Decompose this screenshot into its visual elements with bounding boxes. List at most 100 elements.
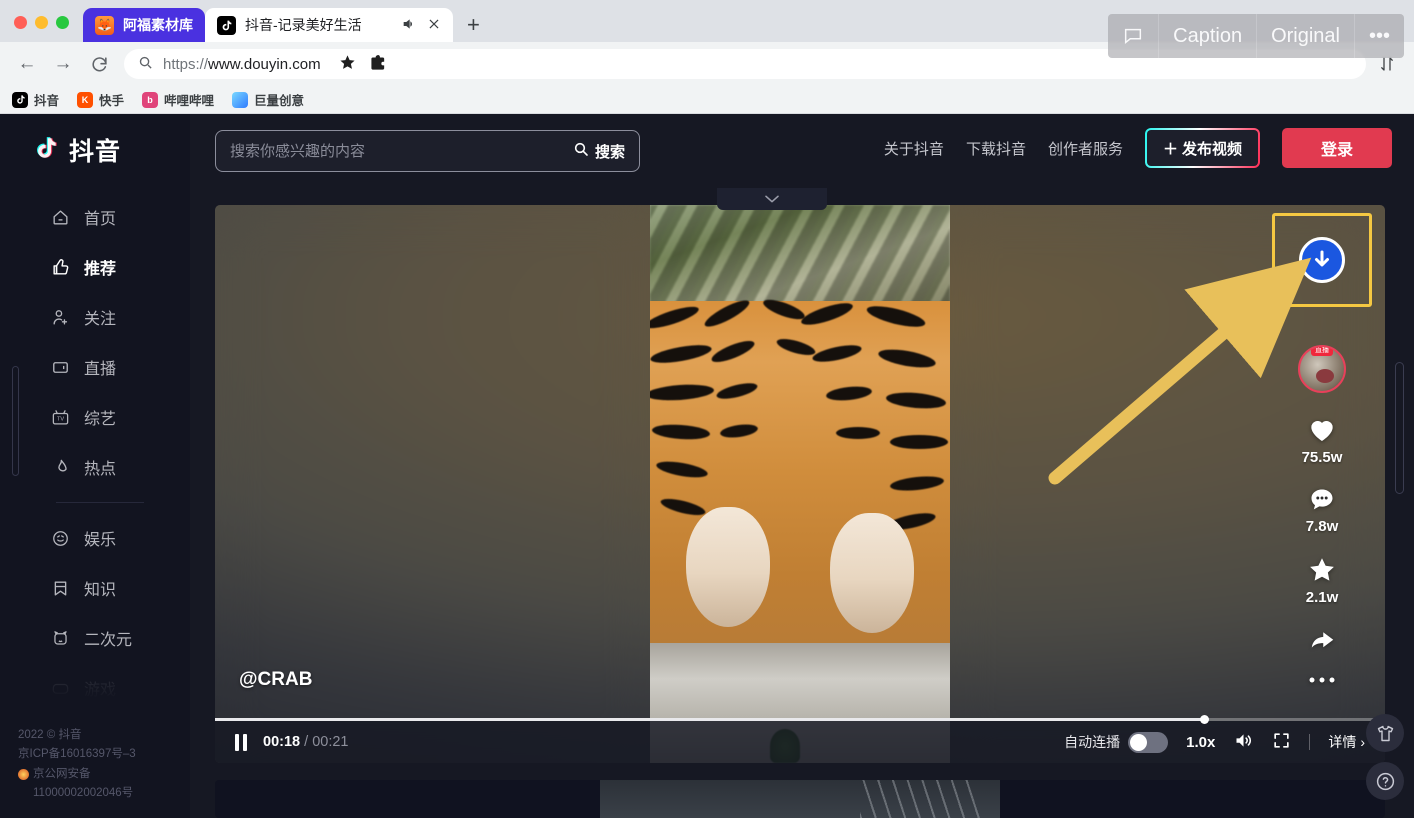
url-host: www.douyin.com: [208, 56, 321, 73]
browser-tab-2-title: 抖音-记录美好生活: [245, 15, 362, 35]
sidebar-item-game[interactable]: 游戏: [0, 663, 190, 713]
download-circle-icon[interactable]: [1299, 237, 1345, 283]
sidebar-item-home[interactable]: 首页: [0, 192, 190, 242]
reload-button[interactable]: [84, 49, 114, 79]
home-icon: [50, 207, 71, 228]
back-button[interactable]: ←: [12, 49, 42, 79]
sidebar-item-knowledge-label: 知识: [84, 576, 116, 600]
sidebar-item-follow[interactable]: 关注: [0, 292, 190, 342]
favorite-button[interactable]: 2.1w: [1306, 555, 1339, 606]
window-traffic-lights[interactable]: [0, 16, 83, 42]
next-video-preview[interactable]: [215, 780, 1385, 818]
caption-translate-overlay[interactable]: Caption Original •••: [1108, 14, 1404, 58]
video-author-handle[interactable]: @CRAB: [239, 669, 312, 691]
bookmark-icon: [50, 578, 71, 599]
comment-button[interactable]: 7.8w: [1306, 486, 1339, 535]
login-button[interactable]: 登录: [1282, 128, 1392, 168]
bookmark-bilibili[interactable]: b 哔哩哔哩: [142, 90, 214, 109]
header-link-creator[interactable]: 创作者服务: [1048, 138, 1123, 159]
caption-button[interactable]: Caption: [1158, 14, 1256, 58]
like-count: 75.5w: [1302, 449, 1343, 466]
video-action-rail: 直播 75.5w 7.8w: [1279, 213, 1365, 684]
progress-bar[interactable]: [215, 718, 1385, 721]
autoplay-switch[interactable]: [1128, 732, 1168, 753]
pause-icon[interactable]: [235, 734, 247, 751]
next-video-thumb: [600, 780, 1000, 818]
minimize-window-button[interactable]: [35, 16, 48, 29]
maximize-window-button[interactable]: [56, 16, 69, 29]
original-button[interactable]: Original: [1256, 14, 1354, 58]
volume-icon[interactable]: [1233, 730, 1254, 754]
sidebar-nav: 首页 推荐 关注: [0, 192, 190, 713]
comment-icon: [1308, 486, 1336, 514]
douyin-icon: [217, 16, 236, 35]
detail-button[interactable]: 详情 ›: [1328, 732, 1365, 752]
download-button-highlight[interactable]: [1272, 213, 1372, 307]
url-scheme: https://: [163, 56, 208, 73]
like-button[interactable]: 75.5w: [1302, 413, 1343, 466]
question-mark-icon[interactable]: [1366, 762, 1404, 800]
playback-speed-button[interactable]: 1.0x: [1186, 734, 1215, 751]
bookmark-star-icon[interactable]: [339, 54, 356, 75]
sidebar-divider: [56, 502, 144, 503]
close-window-button[interactable]: [14, 16, 27, 29]
bookmark-kuaishou[interactable]: K 快手: [77, 90, 124, 109]
time-separator: /: [304, 734, 308, 750]
autoplay-toggle[interactable]: 自动连播: [1064, 732, 1168, 753]
video-frame: [650, 205, 950, 763]
search-input[interactable]: [230, 143, 563, 160]
header-link-download[interactable]: 下载抖音: [966, 138, 1026, 159]
overlay-more-button[interactable]: •••: [1354, 14, 1404, 58]
bookmark-douyin[interactable]: 抖音: [12, 90, 59, 109]
sidebar-item-variety[interactable]: TV 综艺: [0, 392, 190, 442]
new-tab-button[interactable]: +: [453, 14, 492, 42]
speech-bubble-icon[interactable]: [1108, 14, 1158, 58]
footer-gongan-line2: 11000002002046号: [33, 784, 133, 804]
browser-tab-1-title: 阿福素材库: [123, 15, 193, 35]
publish-video-button[interactable]: ＋ 发布视频: [1145, 128, 1260, 168]
progress-knob[interactable]: [1200, 715, 1209, 724]
sidebar-item-hot[interactable]: 热点: [0, 442, 190, 492]
sidebar-item-follow-label: 关注: [84, 305, 116, 329]
close-icon[interactable]: [427, 17, 441, 34]
forward-button[interactable]: →: [48, 49, 78, 79]
header-link-about[interactable]: 关于抖音: [884, 138, 944, 159]
page-scrollbar[interactable]: [1395, 362, 1404, 494]
sidebar-item-live[interactable]: 直播: [0, 342, 190, 392]
tshirt-icon[interactable]: [1366, 714, 1404, 752]
more-button[interactable]: [1309, 676, 1335, 684]
heart-icon: [1306, 413, 1338, 445]
share-button[interactable]: [1307, 626, 1337, 656]
sidebar-logo-text: 抖音: [69, 132, 121, 168]
sidebar-item-entertainment[interactable]: 娱乐: [0, 513, 190, 563]
page-header: 搜索 关于抖音 下载抖音 创作者服务 ＋ 发布视频 登录: [190, 114, 1414, 180]
search-bar[interactable]: 搜索: [215, 130, 640, 172]
extension-icon[interactable]: [370, 54, 387, 75]
sidebar-item-anime[interactable]: 二次元: [0, 613, 190, 663]
control-bar-right: 自动连播 1.0x 详情 ›: [1064, 730, 1385, 754]
sidebar-footer: 2022 © 抖音 京ICP备16016397号–3 京公网安备 1100000…: [18, 726, 136, 804]
douyin-logo[interactable]: 抖音: [0, 114, 190, 168]
search-button[interactable]: 搜索: [563, 141, 625, 162]
bilibili-icon: b: [142, 92, 158, 108]
douyin-icon: [12, 92, 28, 108]
fullscreen-icon[interactable]: [1272, 731, 1291, 753]
browser-tab-1[interactable]: 🦊 阿福素材库: [83, 8, 205, 42]
progress-fill: [215, 718, 1204, 721]
avatar[interactable]: 直播: [1298, 345, 1346, 393]
bookmark-juliang[interactable]: 巨量创意: [232, 90, 304, 109]
control-divider: [1309, 734, 1310, 750]
sidebar-item-recommend[interactable]: 推荐: [0, 242, 190, 292]
left-scrollbar[interactable]: [12, 366, 19, 476]
sidebar-item-knowledge[interactable]: 知识: [0, 563, 190, 613]
sidebar-item-recommend-label: 推荐: [84, 255, 116, 279]
footer-icp[interactable]: 京ICP备16016397号–3: [18, 745, 136, 765]
address-bar-url: https://www.douyin.com: [163, 56, 321, 73]
browser-tab-2[interactable]: 抖音-记录美好生活: [205, 8, 453, 42]
chevron-right-icon: ›: [1360, 734, 1365, 750]
video-player[interactable]: @CRAB 直播: [215, 205, 1385, 763]
footer-gongan[interactable]: 京公网安备 11000002002046号: [18, 765, 136, 804]
speaker-icon[interactable]: [401, 16, 417, 35]
kuaishou-icon: K: [77, 92, 93, 108]
chevron-down-icon[interactable]: [717, 188, 827, 210]
